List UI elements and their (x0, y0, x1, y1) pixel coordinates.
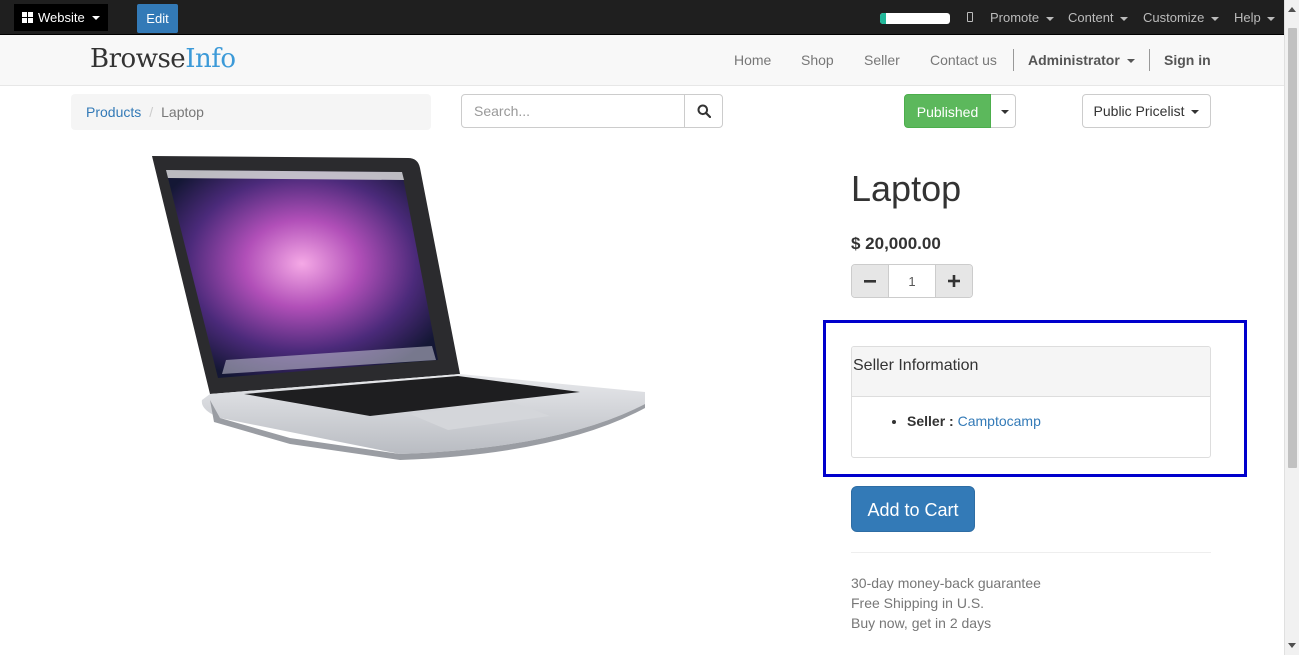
website-menu-label: Website (38, 10, 85, 25)
breadcrumb-separator: / (149, 104, 154, 120)
caret-down-icon (1045, 16, 1054, 21)
nav-user-menu[interactable]: Administrator (1028, 35, 1135, 85)
caret-down-icon (1191, 110, 1200, 115)
caret-down-icon (1000, 110, 1009, 115)
scroll-up-arrow-icon[interactable] (1288, 7, 1296, 12)
customize-menu-label: Customize (1143, 10, 1205, 25)
customize-menu[interactable]: Customize (1143, 0, 1220, 35)
user-name: Administrator (1028, 52, 1120, 68)
mobile-preview-icon[interactable] (967, 12, 973, 22)
progress-fill (880, 13, 886, 24)
guarantee-text: 30-day money-back guarantee Free Shippin… (851, 573, 1041, 633)
site-navbar: BrowseInfo Home Shop Seller Contact us A… (0, 35, 1284, 86)
search-button[interactable] (684, 95, 722, 127)
product-search (461, 94, 723, 128)
website-menu-button[interactable]: Website (14, 4, 108, 31)
onboarding-progress-bar[interactable] (880, 13, 950, 24)
publish-toggle-group: Published (904, 94, 1016, 128)
caret-down-icon (1267, 16, 1276, 21)
quantity-stepper (851, 264, 973, 298)
scroll-down-arrow-icon[interactable] (1288, 643, 1296, 648)
nav-contact-us[interactable]: Contact us (930, 35, 997, 85)
product-price: $ 20,000.00 (851, 234, 941, 253)
promote-menu-label: Promote (990, 10, 1040, 25)
page-scrollbar[interactable] (1284, 0, 1299, 655)
edit-button[interactable]: Edit (137, 4, 178, 33)
promote-menu[interactable]: Promote (990, 0, 1054, 35)
content-menu-label: Content (1068, 10, 1114, 25)
content-menu[interactable]: Content (1068, 0, 1129, 35)
search-icon (697, 104, 711, 118)
nav-divider (1149, 49, 1150, 71)
breadcrumb: Products / Laptop (71, 94, 431, 130)
apps-grid-icon (22, 12, 34, 23)
seller-panel-heading: Seller Information (852, 347, 1210, 397)
publish-dropdown-toggle[interactable] (991, 94, 1016, 128)
seller-information-panel: Seller Information Seller : Camptocamp (851, 346, 1211, 458)
nav-home[interactable]: Home (734, 35, 771, 85)
guarantee-line: Buy now, get in 2 days (851, 615, 992, 631)
caret-down-icon (1211, 16, 1220, 21)
product-image (152, 156, 645, 460)
caret-down-icon (1120, 16, 1129, 21)
search-input[interactable] (462, 95, 685, 127)
caret-down-icon (1126, 59, 1135, 64)
scrollbar-thumb[interactable] (1288, 28, 1297, 468)
nav-seller[interactable]: Seller (864, 35, 900, 85)
seller-link[interactable]: Camptocamp (958, 413, 1041, 429)
caret-down-icon (91, 15, 100, 20)
site-logo[interactable]: BrowseInfo (90, 44, 236, 74)
breadcrumb-current: Laptop (161, 104, 204, 120)
help-menu-label: Help (1234, 10, 1261, 25)
seller-label: Seller : (907, 413, 954, 429)
published-button[interactable]: Published (904, 94, 991, 128)
seller-info-item: Seller : Camptocamp (907, 413, 1210, 429)
nav-divider (1013, 49, 1014, 71)
divider (851, 552, 1211, 553)
minus-icon (864, 280, 876, 283)
pricelist-label: Public Pricelist (1093, 103, 1185, 119)
guarantee-line: Free Shipping in U.S. (851, 595, 985, 611)
guarantee-line: 30-day money-back guarantee (851, 575, 1041, 591)
logo-main: Browse (90, 44, 186, 74)
increase-quantity-button[interactable] (936, 265, 972, 297)
logo-accent: Info (185, 44, 236, 74)
decrease-quantity-button[interactable] (852, 265, 888, 297)
breadcrumb-products-link[interactable]: Products (86, 104, 141, 120)
pricelist-dropdown[interactable]: Public Pricelist (1082, 94, 1211, 128)
help-menu[interactable]: Help (1234, 0, 1276, 35)
nav-sign-in[interactable]: Sign in (1164, 35, 1211, 85)
quantity-input[interactable] (888, 265, 936, 297)
plus-icon (948, 275, 960, 287)
seller-info-list: Seller : Camptocamp (852, 397, 1210, 429)
add-to-cart-button[interactable]: Add to Cart (851, 486, 975, 532)
nav-shop[interactable]: Shop (801, 35, 834, 85)
admin-top-bar: Website Edit Promote Content Customize H… (0, 0, 1284, 35)
product-title: Laptop (851, 168, 962, 209)
